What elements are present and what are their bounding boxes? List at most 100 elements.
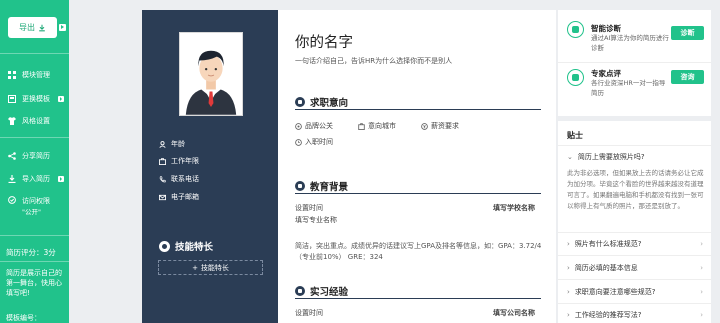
- chevron-right-icon: ›: [567, 264, 570, 272]
- resume-canvas: 年龄 工作年限 联系电话 电子邮箱 技能特长 + 技能特长 你的名字 一句话介绍…: [142, 10, 556, 323]
- intent-brand[interactable]: 品牌公关: [295, 121, 333, 131]
- divider: [0, 235, 69, 236]
- arrow-right-icon: ›: [700, 288, 703, 296]
- divider: [0, 53, 69, 54]
- sidebar-item-label: 访问权限: [22, 197, 50, 205]
- divider: [558, 62, 711, 63]
- sidebar-item-label: 分享简历: [22, 152, 50, 160]
- score-description: 简历是展示自己的第一舞台，快用心填写吧!: [6, 269, 62, 297]
- chevron-down-icon: ⌄: [567, 153, 573, 161]
- resume-tagline[interactable]: 一句话介绍自己，告诉HR为什么选择你而不是别人: [295, 56, 452, 66]
- phone-icon: [159, 175, 166, 182]
- intent-start-date[interactable]: 入职时间: [295, 137, 333, 147]
- sidebar-item-template[interactable]: 更换模板: [8, 94, 64, 104]
- tip-item[interactable]: › 照片有什么标准规范? ›: [567, 239, 703, 249]
- info-work-years[interactable]: 工作年限: [159, 156, 199, 166]
- lock-icon: [8, 196, 16, 204]
- expert-desc: 各行业资深HR一对一指导简历: [591, 79, 666, 97]
- template-number: 模板编号：: [6, 314, 41, 322]
- section-icon: [295, 180, 305, 191]
- resume-right-column: 你的名字 一句话介绍自己，告诉HR为什么选择你而不是别人 求职意向 品牌公关 意…: [278, 10, 556, 323]
- tip-item[interactable]: ⌄ 简历上需要放照片吗?: [567, 152, 703, 162]
- expand-icon[interactable]: [58, 176, 64, 182]
- section-title-intent[interactable]: 求职意向: [295, 94, 541, 110]
- tip-item[interactable]: › 求职意向要注意哪些规范? ›: [567, 287, 703, 297]
- chevron-right-icon: ›: [567, 311, 570, 319]
- sidebar-toggle-icon[interactable]: [59, 24, 66, 31]
- divider: [558, 145, 711, 146]
- plus-icon: +: [192, 263, 198, 272]
- info-label: 电子邮箱: [171, 193, 199, 201]
- sidebar-item-import[interactable]: 导入简历: [8, 174, 64, 184]
- info-label: 联系电话: [171, 175, 199, 183]
- person-icon: [159, 140, 166, 148]
- divider: [0, 261, 69, 262]
- city-icon: [358, 122, 365, 130]
- section-title-label: 求职意向: [310, 97, 349, 109]
- sidebar-item-label: 更换模板: [22, 95, 50, 103]
- avatar-photo[interactable]: [179, 32, 243, 116]
- exp-company[interactable]: 填写公司名称: [493, 308, 535, 318]
- divider: [558, 279, 711, 280]
- add-skill-button[interactable]: + 技能特长: [158, 260, 263, 275]
- money-icon: [421, 122, 428, 130]
- intent-salary[interactable]: 薪资要求: [421, 121, 459, 131]
- skill-icon: [159, 240, 170, 252]
- info-age[interactable]: 年龄: [159, 139, 185, 149]
- resume-name[interactable]: 你的名字: [295, 31, 353, 52]
- left-sidebar: 导出 模块管理 更换模板 风格设置 分享简历 导入简历 访问权限 "公开" 简历…: [0, 0, 69, 323]
- info-phone[interactable]: 联系电话: [159, 174, 199, 184]
- chevron-right-icon: ›: [567, 288, 570, 296]
- share-icon: [8, 152, 16, 160]
- tip-label: 简历上需要放照片吗?: [577, 153, 645, 161]
- chevron-right-icon: ›: [567, 240, 570, 248]
- exp-time[interactable]: 设置时间: [295, 308, 323, 318]
- diagnose-button[interactable]: 诊断: [671, 26, 704, 40]
- edu-major[interactable]: 填写专业名称: [295, 215, 337, 225]
- edu-school[interactable]: 填写学校名称: [493, 203, 535, 213]
- divider: [558, 303, 711, 304]
- section-title-education[interactable]: 教育背景: [295, 178, 541, 194]
- mail-icon: [159, 194, 166, 200]
- edu-description[interactable]: 简洁，突出重点。成绩优异的话建议写上GPA及排名等信息，如：GPA：3.72/4…: [295, 241, 545, 263]
- consult-button[interactable]: 咨询: [671, 70, 704, 84]
- template-icon: [8, 95, 16, 103]
- export-label: 导出: [19, 23, 35, 32]
- section-title-label: 教育背景: [310, 181, 349, 193]
- sidebar-item-share[interactable]: 分享简历: [8, 151, 50, 161]
- tips-panel: 贴士 ⌄ 简历上需要放照片吗? 此为非必选项，但如果放上去的话请务必让它成为加分…: [558, 121, 711, 323]
- resume-score: 简历评分：3分: [6, 248, 56, 257]
- clock-icon: [295, 138, 302, 146]
- edu-time[interactable]: 设置时间: [295, 203, 323, 213]
- skills-section-title: 技能特长: [159, 239, 213, 253]
- briefcase-icon: [159, 157, 166, 165]
- tips-title: 贴士: [567, 131, 583, 140]
- field-label: 薪资要求: [431, 122, 459, 130]
- arrow-right-icon: ›: [700, 264, 703, 272]
- tip-item[interactable]: › 简历必填的基本信息 ›: [567, 263, 703, 273]
- diagnosis-icon: [567, 21, 584, 38]
- expand-icon[interactable]: [58, 96, 64, 102]
- section-title-experience[interactable]: 实习经验: [295, 283, 541, 299]
- sidebar-item-style[interactable]: 风格设置: [8, 116, 50, 126]
- divider: [558, 255, 711, 256]
- info-email[interactable]: 电子邮箱: [159, 192, 199, 202]
- download-icon: [39, 24, 45, 31]
- arrow-right-icon: ›: [700, 240, 703, 248]
- sidebar-item-label: 模块管理: [22, 71, 50, 79]
- sidebar-item-label: 风格设置: [22, 117, 50, 125]
- field-label: 品牌公关: [305, 122, 333, 130]
- tip-label: 工作经验的推荐写法?: [574, 311, 642, 319]
- export-button[interactable]: 导出: [8, 17, 57, 38]
- tip-item[interactable]: › 工作经验的推荐写法? ›: [567, 310, 703, 320]
- arrow-right-icon: ›: [700, 311, 703, 319]
- resume-left-column: 年龄 工作年限 联系电话 电子邮箱 技能特长 + 技能特长: [142, 10, 278, 323]
- import-icon: [8, 175, 16, 183]
- tip-label: 求职意向要注意哪些规范?: [574, 288, 656, 296]
- tip-label: 照片有什么标准规范?: [574, 240, 642, 248]
- divider: [0, 137, 69, 138]
- sidebar-item-access[interactable]: 访问权限 "公开": [8, 196, 50, 216]
- sidebar-item-modules[interactable]: 模块管理: [8, 70, 50, 80]
- tip-label: 简历必填的基本信息: [574, 264, 638, 272]
- intent-city[interactable]: 意向城市: [358, 121, 396, 131]
